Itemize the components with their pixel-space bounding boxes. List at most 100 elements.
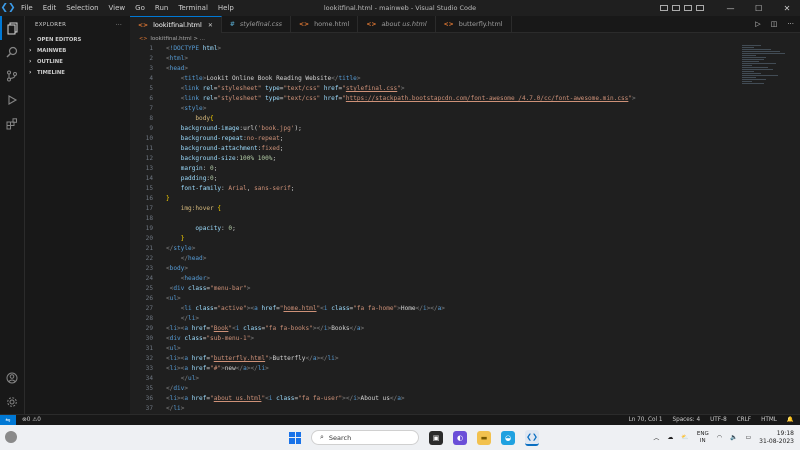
chevron-right-icon: › — [29, 69, 32, 76]
code-line: 22 </head> — [145, 255, 207, 262]
html-file-icon: <> — [138, 21, 149, 29]
remote-indicator-icon[interactable]: ⇋ — [0, 414, 16, 426]
menu-edit[interactable]: Edit — [38, 4, 62, 12]
search-icon[interactable] — [0, 40, 24, 64]
onedrive-icon[interactable]: ⛅ — [681, 434, 688, 441]
section-open-editors[interactable]: › OPEN EDITORS — [25, 34, 130, 45]
cursor-position[interactable]: Ln 70, Col 1 — [629, 417, 663, 423]
windows-start-icon[interactable] — [289, 431, 301, 444]
source-control-icon[interactable] — [0, 64, 24, 88]
close-tab-icon[interactable]: ✕ — [208, 22, 213, 29]
html-file-icon: <> — [443, 20, 454, 28]
show-hidden-icons-icon[interactable]: ︿ — [653, 433, 659, 442]
code-line: 33 <li><a href="#">new</a></li> — [145, 365, 269, 372]
tab-about-us[interactable]: <> about us.html — [358, 16, 436, 32]
extensions-icon[interactable] — [0, 112, 24, 136]
code-line: 5 <link rel="stylesheet" type="text/css"… — [149, 85, 405, 92]
menu-view[interactable]: View — [104, 4, 131, 12]
code-line: 24 <header> — [145, 275, 211, 282]
code-line: 31 <ul> — [145, 345, 181, 352]
notifications-bell-icon[interactable]: 🔔 — [787, 417, 794, 423]
weather-widget-icon[interactable] — [5, 431, 17, 443]
code-line: 36 <li><a href="about us.html"<i class="f… — [145, 395, 405, 402]
teams-chat-icon[interactable]: ◐ — [453, 430, 467, 445]
code-line: 11 background-attachment:fixed; — [145, 145, 284, 152]
clock-date: 31-08-2023 — [759, 437, 794, 445]
code-line: 27 <li class="active"><a href="home.html… — [145, 305, 445, 312]
toggle-secondary-sidebar-icon[interactable] — [683, 5, 692, 11]
taskbar-search[interactable]: ⌕ Search — [311, 430, 419, 445]
code-line: 14 padding:0; — [145, 175, 218, 182]
explorer-icon[interactable] — [0, 16, 24, 40]
activity-bar — [0, 16, 25, 414]
settings-gear-icon[interactable] — [0, 390, 24, 414]
section-label: OPEN EDITORS — [37, 36, 82, 43]
menu-bar: File Edit Selection View Go Run Terminal… — [16, 4, 239, 12]
close-button[interactable]: ✕ — [774, 4, 800, 13]
customize-layout-icon[interactable] — [695, 5, 704, 11]
search-label: Search — [328, 433, 352, 442]
more-actions-icon[interactable]: ··· — [116, 22, 122, 28]
tab-butterfly[interactable]: <> butterfly.html — [436, 16, 512, 32]
minimap[interactable] — [742, 44, 790, 414]
section-label: OUTLINE — [37, 58, 63, 65]
breadcrumb[interactable]: <> lookitfinal.html > ... — [130, 33, 800, 44]
html-file-icon: <> — [366, 20, 377, 28]
editor-more-icon[interactable]: ··· — [787, 20, 794, 28]
windows-taskbar: ⌕ Search ▣ ◐ ▬ ◒ ❮❯ ︿ ☁ ⛅ ENG IN ◠ 🔈 ▭ 1… — [0, 425, 800, 450]
split-editor-icon[interactable]: ◫ — [771, 20, 778, 28]
task-view-icon[interactable]: ▣ — [429, 430, 443, 445]
indentation[interactable]: Spaces: 4 — [672, 417, 700, 423]
section-mainweb[interactable]: › MAINWEB — [25, 45, 130, 56]
end-of-line[interactable]: CRLF — [737, 417, 751, 423]
menu-go[interactable]: Go — [130, 4, 150, 12]
volume-icon[interactable]: 🔈 — [730, 434, 737, 441]
chevron-right-icon: › — [29, 47, 32, 54]
tab-stylefinal[interactable]: # stylefinal.css — [222, 16, 291, 32]
menu-help[interactable]: Help — [213, 4, 239, 12]
code-line: 29 <li><a href="Book"<i class="fa fa-book… — [145, 325, 365, 332]
code-line: 16} — [145, 195, 170, 202]
run-icon[interactable]: ▷ — [755, 20, 760, 28]
chevron-right-icon: › — [29, 36, 32, 43]
section-timeline[interactable]: › TIMELINE — [25, 67, 130, 78]
maximize-button[interactable]: ☐ — [746, 4, 772, 13]
minimize-button[interactable]: — — [718, 4, 744, 13]
tab-lookitfinal[interactable]: <> lookitfinal.html ✕ — [130, 16, 222, 33]
code-line: 6 <link rel="stylesheet" type="text/css"… — [149, 95, 636, 102]
menu-file[interactable]: File — [16, 4, 38, 12]
tab-label: home.html — [314, 20, 350, 28]
file-explorer-icon[interactable]: ▬ — [477, 430, 491, 445]
menu-selection[interactable]: Selection — [61, 4, 103, 12]
section-outline[interactable]: › OUTLINE — [25, 56, 130, 67]
toggle-panel-icon[interactable] — [671, 5, 680, 11]
tab-home[interactable]: <> home.html — [291, 16, 359, 32]
code-line: 13 margin: 0; — [145, 165, 218, 172]
accounts-icon[interactable] — [0, 366, 24, 390]
edge-browser-icon[interactable]: ◒ — [501, 430, 515, 445]
toggle-sidebar-icon[interactable] — [659, 5, 668, 11]
code-line: 1 <!DOCTYPE html> — [149, 45, 222, 52]
encoding[interactable]: UTF-8 — [710, 417, 727, 423]
html-file-icon: <> — [139, 35, 148, 42]
language-mode[interactable]: HTML — [761, 417, 777, 423]
status-bar: ⇋ ⊗0 ⚠0 Ln 70, Col 1 Spaces: 4 UTF-8 CRL… — [0, 414, 800, 426]
tab-label: stylefinal.css — [239, 20, 282, 28]
network-cloud-icon[interactable]: ☁ — [667, 434, 673, 441]
clock[interactable]: 19:18 31-08-2023 — [759, 430, 794, 446]
code-line: 35 </div> — [145, 385, 189, 392]
code-line: 4 <title>Lookit Online Book Reading Webs… — [149, 75, 361, 82]
tab-label: butterfly.html — [458, 20, 503, 28]
battery-icon[interactable]: ▭ — [745, 434, 751, 441]
code-editor[interactable]: 1 <!DOCTYPE html> 2 <html> 3 <head> 4 <titl… — [130, 44, 800, 414]
language-indicator[interactable]: ENG IN — [697, 431, 709, 445]
run-debug-icon[interactable] — [0, 88, 24, 112]
menu-terminal[interactable]: Terminal — [173, 4, 213, 12]
problems-indicator[interactable]: ⊗0 ⚠0 — [22, 417, 41, 423]
code-line: 19 opacity: 0; — [145, 225, 236, 232]
code-line: 25 <div class="menu-bar"> — [145, 285, 251, 292]
wifi-icon[interactable]: ◠ — [717, 434, 722, 441]
html-file-icon: <> — [299, 20, 310, 28]
menu-run[interactable]: Run — [150, 4, 173, 12]
vscode-taskbar-icon[interactable]: ❮❯ — [525, 429, 539, 446]
